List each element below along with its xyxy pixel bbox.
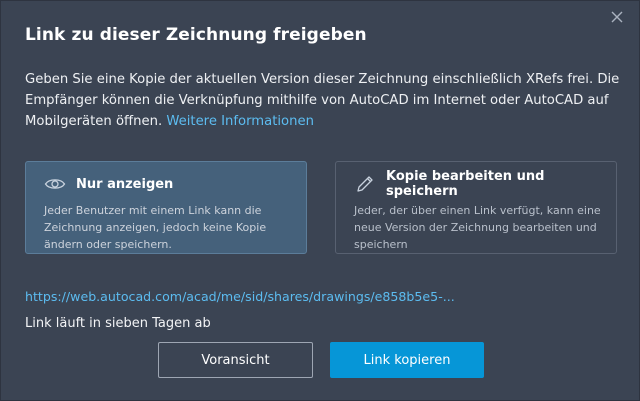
close-icon[interactable] <box>609 9 625 25</box>
dialog-description: Geben Sie eine Kopie der aktuellen Versi… <box>25 69 625 132</box>
option-view-only[interactable]: Nur anzeigen Jeder Benutzer mit einem Li… <box>25 161 307 254</box>
share-url-link[interactable]: https://web.autocad.com/acad/me/sid/shar… <box>25 289 455 304</box>
copy-link-button[interactable]: Link kopieren <box>330 342 484 378</box>
eye-icon <box>44 175 66 193</box>
option-title: Nur anzeigen <box>76 176 174 192</box>
expiry-text: Link läuft in sieben Tagen ab <box>25 316 211 331</box>
option-description: Jeder Benutzer mit einem Link kann die Z… <box>44 204 267 251</box>
share-link-dialog: Link zu dieser Zeichnung freigeben Geben… <box>0 0 640 401</box>
preview-button[interactable]: Voransicht <box>158 342 313 378</box>
option-title: Kopie bearbeiten und speichern <box>386 169 545 199</box>
pencil-icon <box>354 175 376 193</box>
option-description: Jeder, der über einen Link verfügt, kann… <box>354 204 601 251</box>
more-info-link[interactable]: Weitere Informationen <box>166 114 314 129</box>
description-text: Geben Sie eine Kopie der aktuellen Versi… <box>25 72 620 129</box>
option-edit-save[interactable]: Kopie bearbeiten und speichern Jeder, de… <box>335 161 617 254</box>
dialog-title: Link zu dieser Zeichnung freigeben <box>25 25 367 45</box>
